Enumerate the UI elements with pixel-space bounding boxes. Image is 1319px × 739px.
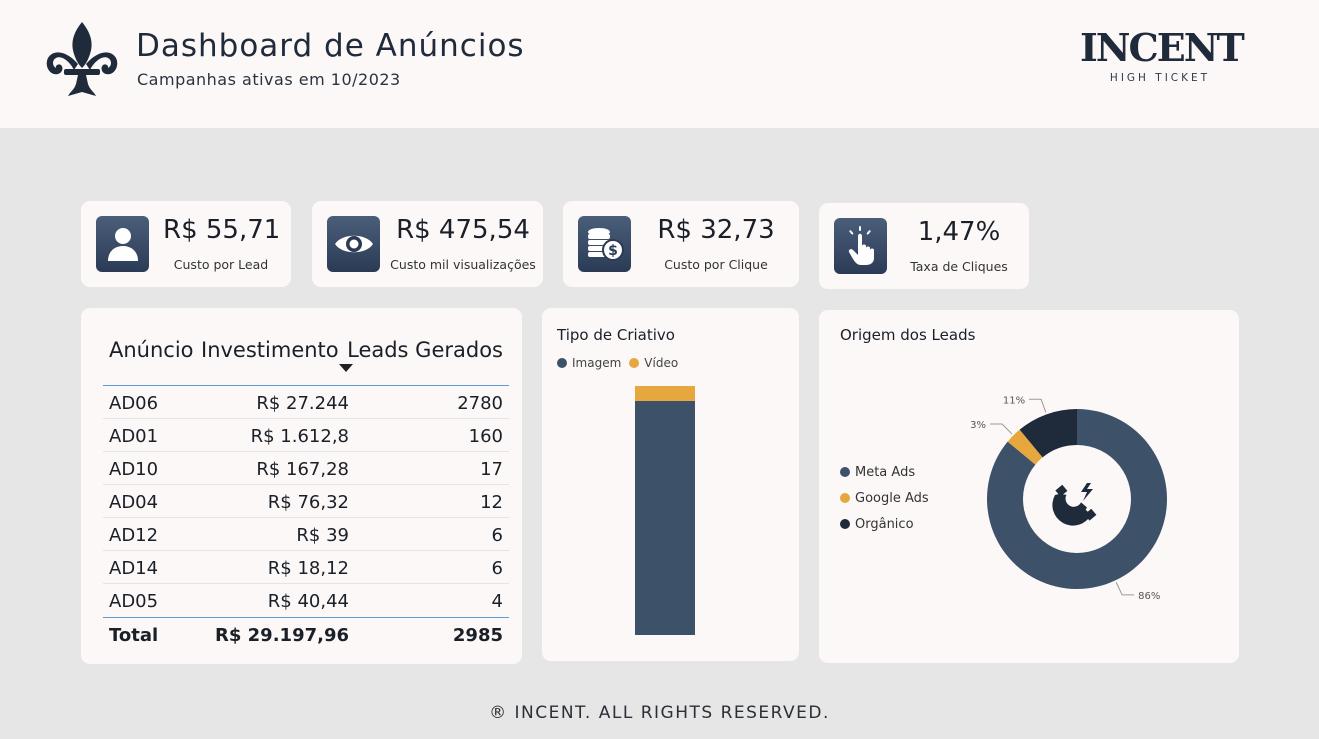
cell-leads: 17 xyxy=(480,459,503,480)
kpi-card-cost-per-click: $ R$ 32,73 Custo por Clique xyxy=(563,201,799,287)
bar-segment-vdeo[interactable] xyxy=(635,386,695,401)
cell-investment: R$ 27.244 xyxy=(256,393,349,414)
footer-copyright: ® INCENT. ALL RIGHTS RESERVED. xyxy=(489,703,830,723)
data-label-leader xyxy=(1029,398,1047,413)
sort-desc-icon[interactable] xyxy=(339,364,353,372)
eye-icon xyxy=(327,216,380,272)
table-row[interactable]: AD04 R$ 76,32 12 xyxy=(103,485,509,518)
data-label: 3% xyxy=(970,420,986,431)
cell-leads: 2780 xyxy=(457,393,503,414)
coins-icon: $ xyxy=(578,216,631,272)
brand-tagline: HIGH TICKET xyxy=(1109,72,1211,84)
cell-investment: R$ 18,12 xyxy=(267,558,349,579)
brand-logo: INCENT HIGH TICKET xyxy=(1080,25,1245,85)
lead-origin-card: Origem dos Leads Meta Ads Google Ads Org… xyxy=(819,310,1239,663)
total-leads: 2985 xyxy=(452,625,503,646)
kpi-value: R$ 55,71 xyxy=(163,215,281,245)
fleur-de-lis-icon xyxy=(46,22,118,96)
kpi-value: R$ 32,73 xyxy=(657,215,775,245)
svg-text:$: $ xyxy=(608,243,618,259)
magnet-icon xyxy=(1052,483,1097,526)
total-investment: R$ 29.197,96 xyxy=(215,625,349,646)
table-row[interactable]: AD01 R$ 1.612,8 160 xyxy=(103,419,509,452)
lead-origin-donut-chart: 86% 3% 11% xyxy=(970,395,1167,602)
cell-ad: AD14 xyxy=(109,558,159,579)
data-label-leader xyxy=(1115,582,1135,596)
table-row[interactable]: AD14 R$ 18,12 6 xyxy=(103,551,509,584)
page-title: Dashboard de Anúncios xyxy=(136,28,525,64)
data-label: 11% xyxy=(1003,395,1025,406)
cell-ad: AD05 xyxy=(109,591,159,612)
user-icon xyxy=(96,216,149,272)
kpi-label: Custo mil visualizações xyxy=(390,257,536,272)
kpi-label: Custo por Clique xyxy=(664,257,768,272)
cell-ad: AD12 xyxy=(109,525,159,546)
cell-leads: 4 xyxy=(491,591,503,612)
cell-investment: R$ 1.612,8 xyxy=(250,426,349,447)
cell-ad: AD06 xyxy=(109,393,159,414)
cell-investment: R$ 40,44 xyxy=(267,591,349,612)
kpi-card-cost-per-lead: R$ 55,71 Custo por Lead xyxy=(81,201,291,287)
table-header: Anúncio Investimento Leads Gerados xyxy=(103,330,509,386)
creative-type-bar-chart xyxy=(635,386,695,635)
table-row[interactable]: AD12 R$ 39 6 xyxy=(103,518,509,551)
tap-icon xyxy=(834,218,887,274)
cell-investment: R$ 76,32 xyxy=(267,492,349,513)
column-header-ad[interactable]: Anúncio xyxy=(109,338,194,362)
kpi-card-cpm: R$ 475,54 Custo mil visualizações xyxy=(312,201,543,287)
cell-investment: R$ 39 xyxy=(296,525,349,546)
column-header-investment[interactable]: Investimento xyxy=(201,338,339,362)
data-label-leader xyxy=(990,423,1013,435)
table-row[interactable]: AD06 R$ 27.244 2780 xyxy=(103,386,509,419)
creative-type-card: Tipo de Criativo Imagem Vídeo xyxy=(542,308,799,661)
table-row[interactable]: AD10 R$ 167,28 17 xyxy=(103,452,509,485)
page-subtitle: Campanhas ativas em 10/2023 xyxy=(137,70,401,89)
cell-ad: AD04 xyxy=(109,492,159,513)
total-label: Total xyxy=(109,625,159,646)
kpi-card-ctr: 1,47% Taxa de Cliques xyxy=(819,203,1029,289)
header: Dashboard de Anúncios Campanhas ativas e… xyxy=(0,0,1319,128)
ads-table: Anúncio Investimento Leads Gerados AD06 … xyxy=(103,330,509,651)
cell-leads: 6 xyxy=(491,558,503,579)
kpi-value: R$ 475,54 xyxy=(396,215,530,245)
cell-leads: 12 xyxy=(480,492,503,513)
cell-leads: 160 xyxy=(468,426,503,447)
table-row[interactable]: AD05 R$ 40,44 4 xyxy=(103,584,509,617)
kpi-label: Custo por Lead xyxy=(173,257,269,272)
column-header-leads[interactable]: Leads Gerados xyxy=(347,338,503,362)
ads-table-card: Anúncio Investimento Leads Gerados AD06 … xyxy=(81,308,522,664)
cell-investment: R$ 167,28 xyxy=(256,459,349,480)
brand-name: INCENT xyxy=(1080,25,1245,70)
table-total-row: Total R$ 29.197,96 2985 xyxy=(103,617,509,651)
data-label: 86% xyxy=(1138,591,1160,602)
kpi-label: Taxa de Cliques xyxy=(910,259,1008,274)
cell-ad: AD10 xyxy=(109,459,159,480)
cell-ad: AD01 xyxy=(109,426,159,447)
bar-segment-imagem[interactable] xyxy=(635,400,695,635)
kpi-value: 1,47% xyxy=(917,217,1001,247)
cell-leads: 6 xyxy=(491,525,503,546)
